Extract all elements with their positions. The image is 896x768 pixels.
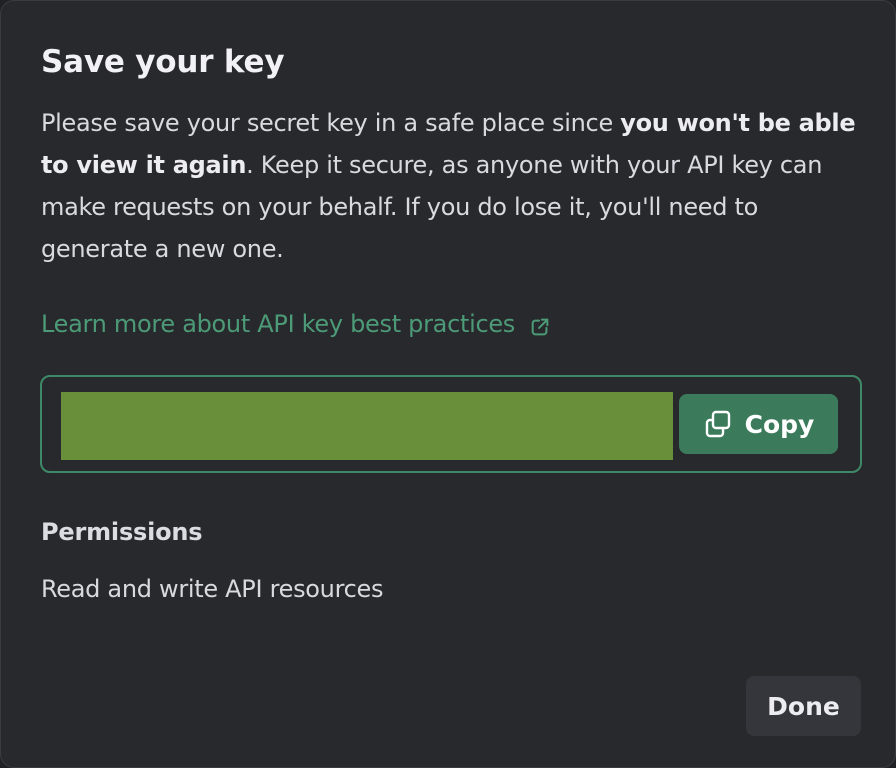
- permissions-heading: Permissions: [41, 518, 203, 546]
- dialog-description: Please save your secret key in a safe pl…: [41, 102, 871, 270]
- learn-more-link[interactable]: Learn more about API key best practices: [41, 304, 551, 344]
- secret-key-container: Copy: [40, 375, 862, 473]
- external-link-icon: [529, 310, 551, 336]
- save-key-dialog: Save your key Please save your secret ke…: [0, 0, 896, 768]
- copy-button-label: Copy: [744, 409, 815, 439]
- done-button[interactable]: Done: [746, 676, 861, 736]
- secret-key-field[interactable]: [61, 392, 673, 460]
- copy-icon: [703, 409, 733, 439]
- copy-button[interactable]: Copy: [679, 394, 838, 454]
- permissions-value: Read and write API resources: [41, 575, 384, 603]
- description-text-start: Please save your secret key in a safe pl…: [41, 109, 621, 137]
- learn-more-label: Learn more about API key best practices: [41, 310, 516, 338]
- dialog-title: Save your key: [41, 44, 285, 80]
